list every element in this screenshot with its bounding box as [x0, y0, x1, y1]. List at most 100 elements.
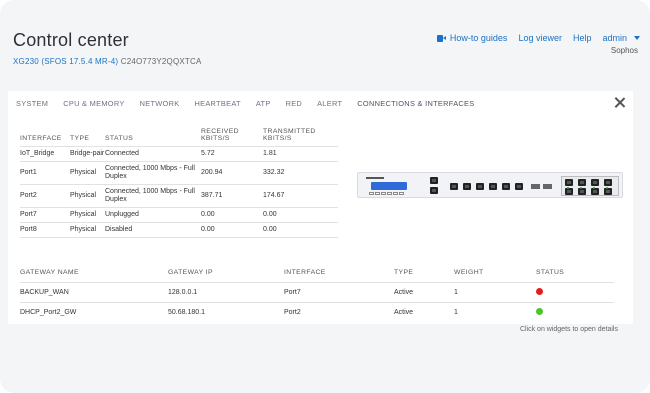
ethernet-port: [463, 183, 471, 190]
gateway-interface: Port7: [284, 282, 394, 303]
gateways-table: GATEWAY NAME GATEWAY IP INTERFACE TYPE W…: [20, 269, 614, 322]
column-header: TRANSMITTED KBITS/S: [263, 128, 316, 142]
gateway-type: Active: [394, 282, 454, 303]
interface-type: Physical: [70, 207, 105, 223]
video-camera-icon: [436, 34, 446, 42]
interface-type: Bridge-pair: [70, 146, 105, 162]
gateway-ip: 50.68.180.1: [168, 302, 284, 322]
ethernet-port: [450, 183, 458, 190]
table-row: Port2 Physical Connected, 1000 Mbps - Fu…: [20, 184, 338, 208]
interface-name: Port1: [20, 161, 70, 185]
interface-status: Connected, 1000 Mbps - Full Duplex: [105, 184, 201, 208]
help-link[interactable]: Help: [573, 33, 592, 43]
howto-guides-link[interactable]: How-to guides: [436, 33, 508, 43]
interface-type: Physical: [70, 184, 105, 208]
log-viewer-link[interactable]: Log viewer: [518, 33, 562, 43]
column-header: TYPE: [70, 135, 90, 142]
gateway-weight: 1: [454, 282, 536, 303]
table-row: DHCP_Port2_GW 50.68.180.1 Port2 Active 1: [20, 302, 614, 322]
interface-type: Physical: [70, 161, 105, 185]
interface-name: IoT_Bridge: [20, 146, 70, 162]
brand-label: Sophos: [610, 46, 638, 55]
tab-system[interactable]: SYSTEM: [16, 99, 48, 108]
column-header: STATUS: [536, 269, 565, 276]
gateway-name: DHCP_Port2_GW: [20, 302, 168, 322]
tab-heartbeat[interactable]: HEARTBEAT: [194, 99, 240, 108]
device-info: XG230 (SFOS 17.5.4 MR-4) C24O773Y2QQXTCA: [13, 57, 202, 66]
admin-menu[interactable]: admin: [602, 33, 640, 43]
table-row: Port7 Physical Unplugged 0.00 0.00: [20, 207, 338, 223]
flexi-port-module: [561, 176, 619, 196]
chevron-down-icon: [634, 36, 640, 40]
interface-rx: 5.72: [201, 146, 263, 162]
appliance-front-panel: [357, 172, 623, 198]
gateway-type: Active: [394, 302, 454, 322]
gateway-ip: 128.0.0.1: [168, 282, 284, 303]
interface-rx: 0.00: [201, 207, 263, 223]
column-header: GATEWAY NAME: [20, 269, 79, 276]
appliance-logo: [366, 177, 384, 179]
interface-tx: 0.00: [263, 207, 338, 223]
table-row: Port1 Physical Connected, 1000 Mbps - Fu…: [20, 161, 338, 185]
column-header: GATEWAY IP: [168, 269, 213, 276]
howto-guides-label: How-to guides: [449, 33, 508, 43]
interface-name: Port8: [20, 222, 70, 238]
column-header: INTERFACE: [284, 269, 326, 276]
control-center-page: Control center XG230 (SFOS 17.5.4 MR-4) …: [0, 0, 650, 393]
column-header: STATUS: [105, 135, 134, 142]
gateway-interface: Port2: [284, 302, 394, 322]
gateway-weight: 1: [454, 302, 536, 322]
top-nav: How-to guides Log viewer Help admin: [436, 33, 640, 43]
interface-status: Disabled: [105, 222, 201, 238]
connections-widget[interactable]: SYSTEM CPU & MEMORY NETWORK HEARTBEAT AT…: [8, 91, 633, 324]
close-icon[interactable]: [614, 97, 626, 109]
appliance-lcd: [371, 182, 407, 190]
ethernet-port: [502, 183, 510, 190]
interface-type: Physical: [70, 222, 105, 238]
interface-rx: 387.71: [201, 184, 263, 208]
status-dot-icon: [536, 308, 543, 315]
column-header: INTERFACE: [20, 135, 62, 142]
gateway-name: BACKUP_WAN: [20, 282, 168, 303]
interface-tx: 174.67: [263, 184, 338, 208]
device-model[interactable]: XG230 (SFOS 17.5.4 MR-4): [13, 57, 118, 66]
tab-network[interactable]: NETWORK: [140, 99, 180, 108]
table-row: Port8 Physical Disabled 0.00 0.00: [20, 222, 338, 238]
page-header: Control center XG230 (SFOS 17.5.4 MR-4) …: [13, 30, 202, 66]
interface-name: Port2: [20, 184, 70, 208]
ethernet-port: [476, 183, 484, 190]
tab-atp[interactable]: ATP: [256, 99, 271, 108]
widget-tabs: SYSTEM CPU & MEMORY NETWORK HEARTBEAT AT…: [16, 99, 475, 108]
tab-cpu-memory[interactable]: CPU & MEMORY: [63, 99, 124, 108]
interface-status: Connected, 1000 Mbps - Full Duplex: [105, 161, 201, 185]
interface-rx: 0.00: [201, 222, 263, 238]
sfp-port: [531, 184, 540, 189]
interfaces-table: INTERFACE TYPE STATUS RECEIVED KBITS/S T…: [20, 128, 338, 238]
tab-alert[interactable]: ALERT: [317, 99, 342, 108]
tab-red[interactable]: RED: [286, 99, 303, 108]
table-row: BACKUP_WAN 128.0.0.1 Port7 Active 1: [20, 282, 614, 303]
interface-status: Unplugged: [105, 207, 201, 223]
table-header-row: GATEWAY NAME GATEWAY IP INTERFACE TYPE W…: [20, 269, 614, 283]
interface-status: Connected: [105, 146, 201, 162]
table-header-row: INTERFACE TYPE STATUS RECEIVED KBITS/S T…: [20, 128, 338, 147]
table-row: IoT_Bridge Bridge-pair Connected 5.72 1.…: [20, 146, 338, 162]
interface-tx: 332.32: [263, 161, 338, 185]
interface-tx: 1.81: [263, 146, 338, 162]
interface-rx: 200.94: [201, 161, 263, 185]
appliance-buttons: [369, 192, 404, 195]
column-header: TYPE: [394, 269, 414, 276]
column-header: WEIGHT: [454, 269, 484, 276]
gateway-status: [536, 302, 614, 322]
ethernet-port: [515, 183, 523, 190]
interface-name: Port7: [20, 207, 70, 223]
widget-hint: Click on widgets to open details: [519, 326, 618, 333]
gateway-status: [536, 282, 614, 303]
tab-connections-interfaces[interactable]: CONNECTIONS & INTERFACES: [357, 99, 474, 108]
mgmt-port: [430, 177, 438, 184]
status-dot-icon: [536, 288, 543, 295]
column-header: RECEIVED KBITS/S: [201, 128, 239, 142]
page-title: Control center: [13, 30, 129, 50]
interface-tx: 0.00: [263, 222, 338, 238]
admin-label: admin: [602, 33, 627, 43]
